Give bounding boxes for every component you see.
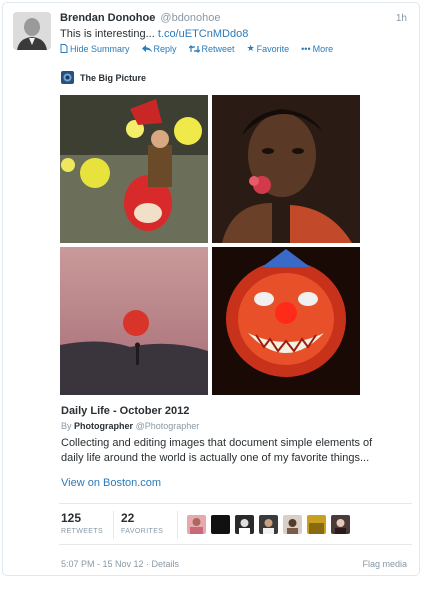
photo-portrait[interactable]: [212, 95, 360, 243]
favoriter-avatars: [187, 515, 350, 534]
ellipsis-icon: •••: [301, 43, 311, 54]
stats-separator: [113, 511, 114, 539]
tweet-meta: 5:07 PM - 15 Nov 12 · Details: [61, 559, 179, 569]
tweet-card: Brendan Donohoe @bdonohoe 1h This is int…: [2, 2, 420, 576]
avatar[interactable]: [187, 515, 206, 534]
more-button[interactable]: ••• More: [301, 43, 333, 54]
tweet-body: This is interesting...: [60, 28, 158, 40]
avatar[interactable]: [307, 515, 326, 534]
stats-divider-bottom: [59, 544, 412, 545]
tweet-time[interactable]: 1h: [396, 13, 407, 24]
flag-media-link[interactable]: Flag media: [362, 559, 407, 569]
card-byline: By Photographer @Photographer: [61, 421, 199, 431]
reply-button[interactable]: Reply: [141, 43, 177, 54]
meta-separator: ·: [143, 559, 152, 569]
card-description: Collecting and editing images that docum…: [61, 437, 373, 464]
star-icon: ★: [246, 43, 255, 53]
photo-playground[interactable]: [60, 95, 208, 243]
reply-arrow-icon: [141, 44, 152, 52]
retweet-button[interactable]: Retweet: [188, 43, 235, 54]
source-name: The Big Picture: [80, 72, 147, 83]
favorite-label: Favorite: [256, 43, 290, 54]
retweet-label: Retweet: [201, 43, 235, 54]
avatar[interactable]: [259, 515, 278, 534]
photo-sunset[interactable]: [60, 247, 208, 395]
avatar[interactable]: [235, 515, 254, 534]
avatar[interactable]: [331, 515, 350, 534]
byline-prefix: By: [61, 421, 72, 431]
more-label: More: [312, 43, 334, 54]
hide-summary-label: Hide Summary: [70, 43, 130, 54]
retweets-count: 125: [61, 511, 82, 525]
hide-summary-button[interactable]: Hide Summary: [60, 43, 130, 54]
byline-handle[interactable]: @Photographer: [136, 421, 200, 431]
favorites-label: FAVORITES: [121, 528, 164, 535]
stats-divider-top: [59, 503, 412, 504]
favorites-stat[interactable]: 22 FAVORITES: [121, 511, 163, 535]
tweet-actions: Hide Summary Reply Retweet ★ Favorite ••…: [60, 43, 333, 54]
retweet-icon: [188, 44, 200, 53]
view-on-site-link[interactable]: View on Boston.com: [61, 477, 161, 489]
byline-name[interactable]: Photographer: [74, 421, 133, 431]
card-title[interactable]: Daily Life - October 2012: [61, 405, 189, 417]
reply-label: Reply: [153, 43, 177, 54]
document-icon: [60, 44, 68, 53]
retweets-stat[interactable]: 125 RETWEETS: [61, 511, 103, 535]
author-handle[interactable]: @bdonohoe: [160, 12, 220, 24]
tweet-timestamp[interactable]: 5:07 PM - 15 Nov 12: [61, 559, 144, 569]
big-picture-logo-icon: [61, 71, 74, 84]
author-line: Brendan Donohoe @bdonohoe: [60, 12, 221, 24]
author-name[interactable]: Brendan Donohoe: [60, 12, 155, 24]
photo-grid: [60, 95, 360, 395]
favorites-count: 22: [121, 511, 135, 525]
avatar[interactable]: [13, 12, 51, 50]
details-link[interactable]: Details: [152, 559, 180, 569]
photo-clown[interactable]: [212, 247, 360, 395]
tweet-text: This is interesting... t.co/uETCnMDdo8: [60, 28, 248, 40]
tweet-link[interactable]: t.co/uETCnMDdo8: [158, 28, 248, 40]
avatar[interactable]: [211, 515, 230, 534]
card-source[interactable]: The Big Picture: [61, 71, 146, 84]
favorite-button[interactable]: ★ Favorite: [247, 43, 290, 54]
retweets-label: RETWEETS: [61, 528, 104, 535]
stats-separator: [177, 511, 178, 539]
avatar[interactable]: [283, 515, 302, 534]
